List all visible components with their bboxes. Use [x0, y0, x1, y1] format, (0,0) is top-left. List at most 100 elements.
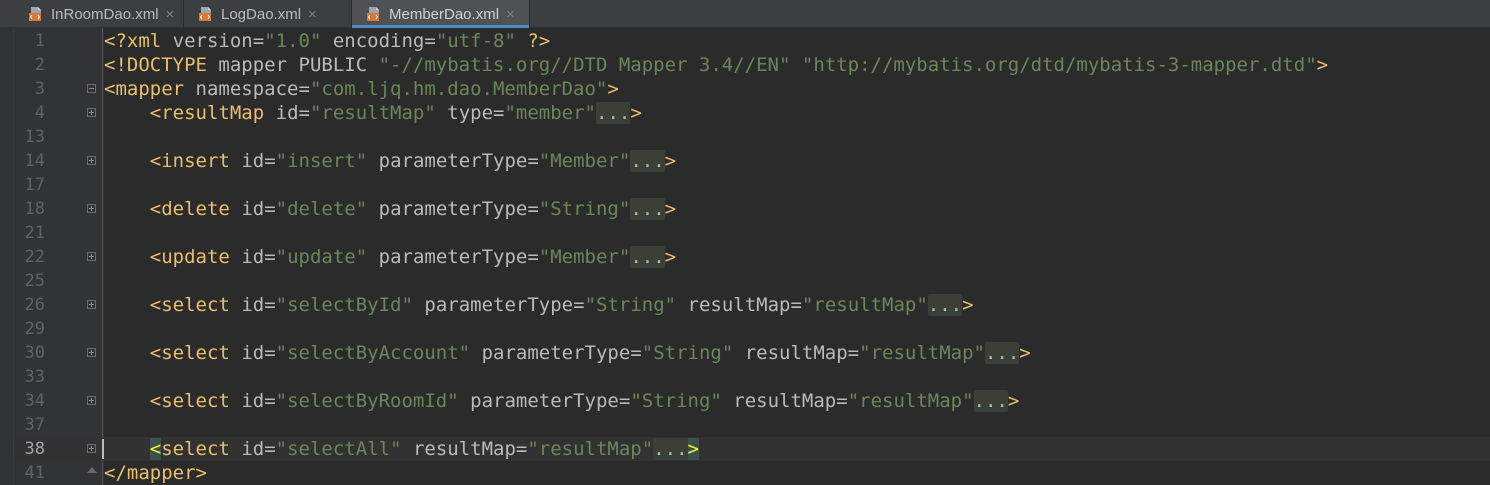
code-token-str: "resultMap" — [527, 438, 654, 460]
code-token-tag: insert — [161, 150, 230, 172]
code-token-eq: = — [252, 30, 265, 52]
expand-fold-icon[interactable] — [87, 204, 96, 213]
code-token-attr: id — [241, 438, 265, 460]
code-token-str: "http://mybatis.org/dtd/mybatis-3-mapper… — [801, 54, 1317, 76]
expand-fold-icon[interactable] — [87, 348, 96, 357]
code-token-attr: id — [241, 150, 265, 172]
code-token-attr: id — [241, 198, 265, 220]
code-line-row[interactable]: 25 — [14, 269, 1490, 293]
code-line-row[interactable]: 26 <select id="selectById" parameterType… — [14, 293, 1490, 317]
folded-region-placeholder[interactable]: ... — [596, 102, 631, 124]
code-line-row[interactable]: 38 <select id="selectAll" resultMap="res… — [14, 437, 1490, 461]
tab-logdao-xml[interactable]: LogDao.xml × — [184, 0, 352, 28]
code-token-str: "resultMap" — [801, 294, 928, 316]
code-token-bracket: > — [607, 78, 619, 100]
code-token-attr: parameterType — [378, 246, 528, 268]
code-token-str: "insert" — [275, 150, 368, 172]
code-line-row[interactable]: 18 <delete id="delete" parameterType="St… — [14, 197, 1490, 221]
folded-region-placeholder[interactable]: ... — [630, 246, 665, 268]
code-editor[interactable]: 1 <?xml version="1.0" encoding="utf-8" ?>… — [14, 28, 1490, 485]
folded-region-placeholder[interactable]: ... — [927, 294, 963, 316]
line-number: 3 — [34, 79, 45, 99]
tab-label: LogDao.xml — [221, 5, 302, 23]
tab-memberdao-xml[interactable]: MemberDao.xml × — [352, 0, 530, 28]
code-token-tag: select — [161, 438, 230, 460]
code-line-row[interactable]: 4 <resultMap id="resultMap" type="member… — [14, 101, 1490, 125]
code-token-bracket: > — [664, 246, 677, 268]
code-token-bracket: < — [149, 390, 162, 412]
xml-file-icon — [29, 7, 41, 21]
code-token-tag: resultMap — [161, 102, 265, 124]
expand-fold-icon[interactable] — [87, 252, 96, 261]
code-token-str: "delete" — [275, 198, 368, 220]
code-token-attr: resultMap — [733, 390, 837, 412]
line-number: 38 — [24, 439, 45, 459]
editor-tab-bar: InRoomDao.xml × LogDao.xml × MemberDao.xml × — [0, 0, 1490, 28]
folded-region-placeholder[interactable]: ... — [653, 438, 688, 460]
close-icon[interactable]: × — [166, 7, 175, 22]
code-line-row[interactable]: 33 — [14, 365, 1490, 389]
folded-region-placeholder[interactable]: ... — [630, 150, 665, 172]
code-text: <update id="update" parameterType="Membe… — [104, 245, 676, 269]
code-line-row[interactable]: 30 <select id="selectByAccount" paramete… — [14, 341, 1490, 365]
code-line-row[interactable]: 17 — [14, 173, 1490, 197]
code-line-row[interactable]: 21 — [14, 221, 1490, 245]
code-token-attr: type — [447, 102, 494, 124]
line-number: 41 — [24, 463, 45, 483]
code-line-row[interactable]: 34 <select id="selectByRoomId" parameter… — [14, 389, 1490, 413]
code-token-str: "Member" — [538, 150, 631, 172]
expand-fold-icon[interactable] — [87, 444, 96, 453]
code-line-row[interactable]: 37 — [14, 413, 1490, 437]
line-number: 14 — [24, 151, 45, 171]
code-line-row[interactable]: 1 <?xml version="1.0" encoding="utf-8" ?> — [14, 29, 1490, 53]
code-line-row[interactable]: 3 <mapper namespace="com.ljq.hm.dao.Membe… — [14, 77, 1490, 101]
code-token-bracket: < — [149, 102, 162, 124]
code-token-eq: = — [527, 246, 539, 268]
tab-label: InRoomDao.xml — [51, 5, 159, 23]
code-token-attr: parameterType — [424, 294, 574, 316]
code-token-bracket: </ — [104, 462, 127, 484]
code-token-bracket: > — [664, 198, 677, 220]
code-text: <?xml version="1.0" encoding="utf-8" ?> — [104, 29, 550, 53]
fold-end-icon[interactable] — [87, 467, 97, 473]
line-number: 17 — [24, 175, 45, 195]
code-token-bracket: > — [1019, 342, 1031, 364]
code-token-bracket: > — [1316, 54, 1329, 76]
code-token-bracket: < — [149, 294, 162, 316]
code-line-row[interactable]: 13 — [14, 125, 1490, 149]
code-token-bracket: ?> — [527, 30, 551, 52]
tab-inroomdao-xml[interactable]: InRoomDao.xml × — [14, 0, 184, 28]
code-token-str: "String" — [538, 198, 631, 220]
line-number: 26 — [24, 295, 45, 315]
folded-region-placeholder[interactable]: ... — [973, 390, 1008, 412]
close-icon[interactable]: × — [308, 7, 317, 22]
collapse-fold-icon[interactable] — [87, 84, 96, 93]
code-token-bracket: <! — [104, 54, 127, 76]
code-line-row[interactable]: 22 <update id="update" parameterType="Me… — [14, 245, 1490, 269]
code-line-row[interactable]: 2 <!DOCTYPE mapper PUBLIC "-//mybatis.org… — [14, 53, 1490, 77]
line-number: 4 — [34, 103, 45, 123]
code-line-row[interactable]: 41 </mapper> — [14, 461, 1490, 485]
folded-region-placeholder[interactable]: ... — [984, 342, 1020, 364]
code-token-eq: = — [493, 102, 505, 124]
expand-fold-icon[interactable] — [87, 396, 96, 405]
code-text: <resultMap id="resultMap" type="member".… — [104, 101, 642, 125]
expand-fold-icon[interactable] — [87, 300, 96, 309]
expand-fold-icon[interactable] — [87, 156, 96, 165]
expand-fold-icon[interactable] — [87, 108, 96, 117]
code-line-row[interactable]: 29 — [14, 317, 1490, 341]
folded-region-placeholder[interactable]: ... — [630, 198, 665, 220]
close-icon[interactable]: × — [506, 7, 515, 22]
code-line-row[interactable]: 14 <insert id="insert" parameterType="Me… — [14, 149, 1490, 173]
